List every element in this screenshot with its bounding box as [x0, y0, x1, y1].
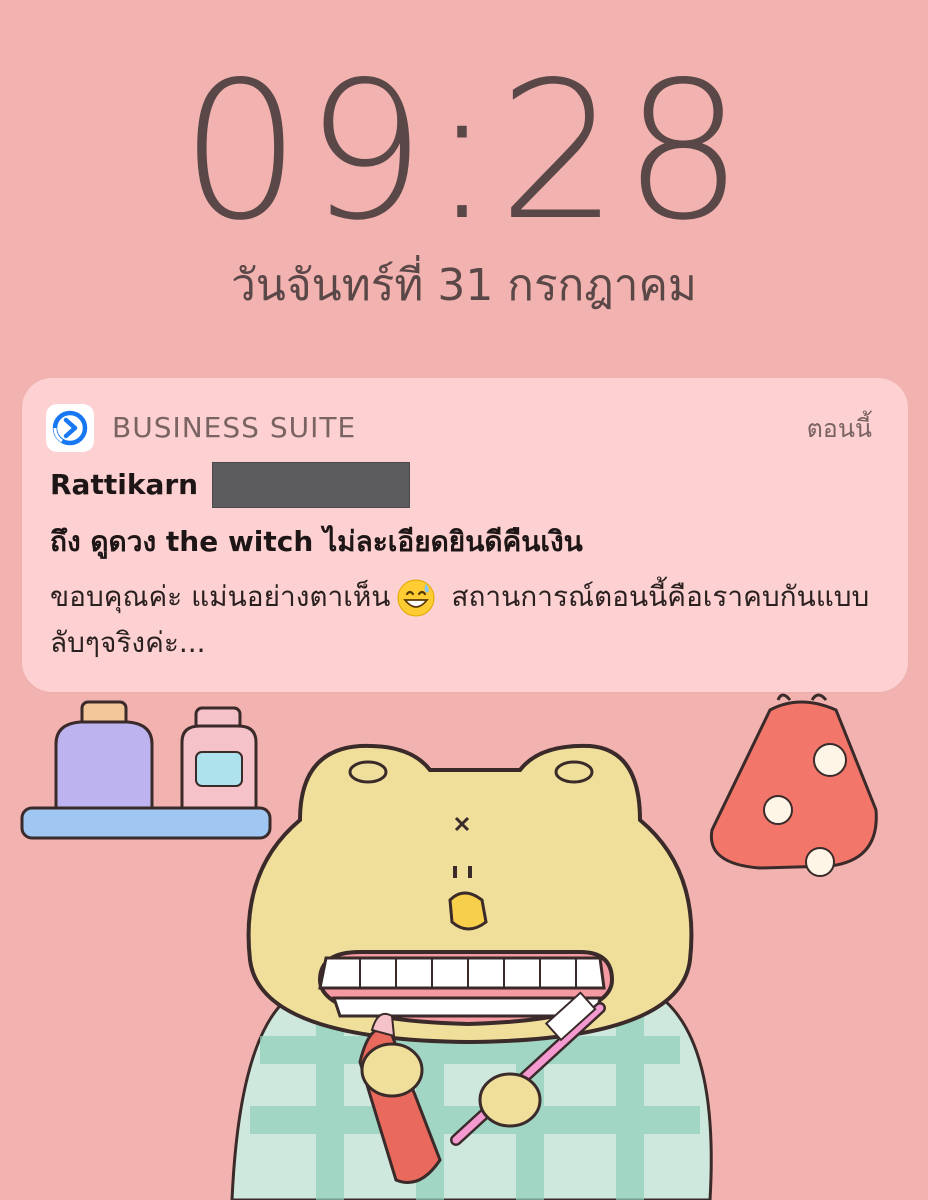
- business-suite-icon: [46, 404, 94, 452]
- shelf-bottles-illustration: [20, 700, 272, 840]
- notification-sender: Rattikarn: [50, 468, 199, 501]
- notification-body: ขอบคุณค่ะ แม่นอย่างตาเห็น สถานการณ์ตอนนี…: [50, 574, 880, 666]
- notification-subject: ถึง ดูดวง the witch ไม่ละเอียดยินดีคืนเง…: [50, 525, 583, 558]
- hanging-bag-illustration: [709, 693, 878, 877]
- notification-body-part1: ขอบคุณค่ะ แม่นอย่างตาเห็น: [50, 580, 391, 613]
- notification-card[interactable]: BUSINESS SUITE ตอนนี้ Rattikarn ถึง ดูดว…: [22, 378, 908, 692]
- notification-timestamp: ตอนนี้: [806, 414, 872, 443]
- frog-character-illustration: [230, 743, 713, 1200]
- lockscreen-date: วันจันทร์ที่ 31 กรกฎาคม: [231, 260, 697, 311]
- grinning-sweat-emoji-icon: [396, 578, 436, 618]
- lockscreen-clock: 09:28: [180, 41, 748, 262]
- wallpaper-illustration: [20, 693, 878, 1200]
- notification-app-name: BUSINESS SUITE: [112, 411, 357, 444]
- redacted-name-block: [212, 462, 411, 508]
- notification-sender-row: Rattikarn: [50, 462, 411, 508]
